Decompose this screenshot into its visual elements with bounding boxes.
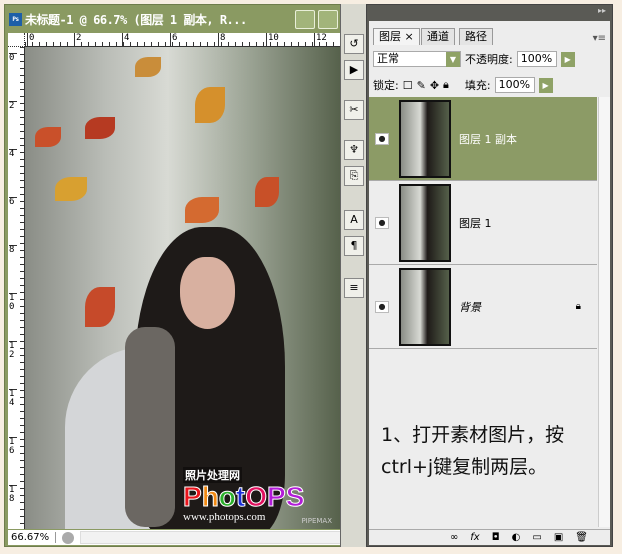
ruler-label: 8 <box>218 33 225 47</box>
leaf <box>35 127 61 147</box>
ruler-label: 12 <box>9 341 17 360</box>
note-line-2: ctrl+j键复制两层。 <box>381 456 548 478</box>
fill-label: 填充: <box>464 79 491 92</box>
brushes-icon[interactable]: ♆ <box>344 140 364 160</box>
zoom-field[interactable]: 66.67% <box>8 532 56 543</box>
adjustment-icon[interactable]: ◐ <box>512 532 521 543</box>
leaf <box>55 177 87 201</box>
panel-dock-strip: ↺ ▶ ✂ ♆ ⎘ A ¶ ≡ <box>340 4 366 547</box>
lock-all-icon[interactable]: 🔒︎ <box>443 78 449 92</box>
chevron-down-icon: ▼ <box>446 52 460 67</box>
paragraph-icon[interactable]: ¶ <box>344 236 364 256</box>
opacity-input[interactable]: 100% <box>516 51 557 67</box>
leaf <box>195 87 225 123</box>
ruler-label: 4 <box>122 33 129 47</box>
maximize-button[interactable] <box>318 10 338 29</box>
lock-position-icon[interactable]: ✥ <box>430 79 439 92</box>
ruler-label: 6 <box>9 197 17 207</box>
watermark-url: www.photops.com <box>183 511 266 523</box>
tab-channels[interactable]: 通道 <box>421 28 455 45</box>
leaf <box>185 197 219 223</box>
signature: PIPEMAX <box>301 517 332 525</box>
ruler-label: 6 <box>170 33 177 47</box>
leaf <box>255 177 279 207</box>
folder-icon[interactable]: ▭ <box>532 532 541 543</box>
layer-row[interactable]: ● 图层 1 <box>369 181 597 265</box>
document-window: Ps 未标题-1 @ 66.7% (图层 1 副本, R... 0 2 4 6 … <box>4 4 344 547</box>
tool-presets-icon[interactable]: ✂ <box>344 100 364 120</box>
fill-input[interactable]: 100% <box>494 77 535 93</box>
layer-row[interactable]: ● 图层 1 副本 <box>369 97 597 181</box>
person-face <box>180 257 235 329</box>
tab-layers[interactable]: 图层 × <box>373 28 420 45</box>
character-icon[interactable]: A <box>344 210 364 230</box>
panel-menu-icon[interactable]: ▾≡ <box>593 33 606 44</box>
actions-icon[interactable]: ▶ <box>344 60 364 80</box>
horizontal-scrollbar[interactable] <box>80 531 342 544</box>
fx-icon[interactable]: fx <box>470 532 479 543</box>
layers-list: ● 图层 1 副本 ● 图层 1 ● 背景 🔒︎ <box>369 97 597 349</box>
image-canvas[interactable]: 照片处理网 PhotOPS www.photops.com PIPEMAX <box>25 47 342 529</box>
eye-icon[interactable]: ● <box>375 132 389 145</box>
leaf <box>85 287 115 327</box>
fill-slider-button[interactable]: ▶ <box>538 77 553 93</box>
notes-icon[interactable]: ≡ <box>344 278 364 298</box>
document-title: 未标题-1 @ 66.7% (图层 1 副本, R... <box>25 12 247 27</box>
tutorial-note: 1、打开素材图片，按 ctrl+j键复制两层。 <box>381 419 601 483</box>
layer-thumbnail <box>399 183 451 262</box>
panel-footer: ∞ fx ◘ ◐ ▭ ▣ 🗑︎ <box>369 529 610 545</box>
leaf <box>135 57 161 77</box>
history-icon[interactable]: ↺ <box>344 34 364 54</box>
eye-icon[interactable]: ● <box>375 216 389 229</box>
minimize-button[interactable] <box>295 10 315 29</box>
status-menu-icon[interactable] <box>62 531 74 544</box>
ruler-label: 0 <box>27 33 34 47</box>
eye-icon[interactable]: ● <box>375 300 389 313</box>
opacity-slider-button[interactable]: ▶ <box>560 51 575 67</box>
lock-paint-icon[interactable]: ✎ <box>417 79 426 92</box>
opacity-label: 不透明度: <box>465 53 513 66</box>
new-layer-icon[interactable]: ▣ <box>554 532 563 543</box>
ruler-label: 2 <box>74 33 81 47</box>
ruler-label: 0 <box>9 53 17 63</box>
fur-scarf <box>125 327 175 527</box>
ruler-label: 10 <box>9 293 17 312</box>
layer-name: 背景 <box>459 300 481 314</box>
watermark-logo: PhotOPS <box>183 481 305 512</box>
layer-name: 图层 1 副本 <box>459 132 517 146</box>
clone-source-icon[interactable]: ⎘ <box>344 166 364 186</box>
ruler-label: 4 <box>9 149 17 159</box>
layer-name: 图层 1 <box>459 216 492 230</box>
ruler-label: 12 <box>314 33 327 47</box>
lock-label: 锁定: <box>373 79 399 92</box>
document-title-bar[interactable]: Ps 未标题-1 @ 66.7% (图层 1 副本, R... <box>5 5 343 33</box>
link-icon[interactable]: ∞ <box>450 532 458 543</box>
lock-transparency-icon[interactable]: ☐ <box>403 79 413 92</box>
ruler-label: 10 <box>266 33 279 47</box>
photoshop-icon: Ps <box>9 12 22 26</box>
mask-icon[interactable]: ◘ <box>492 532 500 543</box>
note-line-1: 1、打开素材图片，按 <box>381 424 565 446</box>
ruler-origin[interactable] <box>8 33 25 47</box>
ruler-label: 2 <box>9 101 17 111</box>
layer-thumbnail <box>399 99 451 178</box>
ruler-label: 18 <box>9 485 17 504</box>
status-bar: 66.67% <box>8 530 342 545</box>
collapse-icon[interactable]: ▸▸ <box>598 6 606 15</box>
ruler-label: 8 <box>9 245 17 255</box>
layer-row[interactable]: ● 背景 🔒︎ <box>369 265 597 349</box>
ruler-horizontal[interactable]: 0 2 4 6 8 10 12 <box>25 33 342 47</box>
leaf <box>85 117 115 139</box>
trash-icon[interactable]: 🗑︎ <box>575 532 588 543</box>
ruler-label: 14 <box>9 389 17 408</box>
layer-thumbnail <box>399 267 451 346</box>
layers-panel: ▸▸ 图层 × 通道 路径 ▾≡ 正常 ▼ 不透明度: 100% ▶ 锁定: ☐ … <box>366 4 613 547</box>
ruler-label: 16 <box>9 437 17 456</box>
blend-mode-select[interactable]: 正常 ▼ <box>373 51 461 67</box>
photops-watermark: 照片处理网 PhotOPS www.photops.com <box>183 467 305 523</box>
lock-icon: 🔒︎ <box>575 301 581 312</box>
tab-paths[interactable]: 路径 <box>459 28 493 45</box>
ruler-vertical[interactable]: 0 2 4 6 8 10 12 14 16 18 <box>8 47 25 529</box>
